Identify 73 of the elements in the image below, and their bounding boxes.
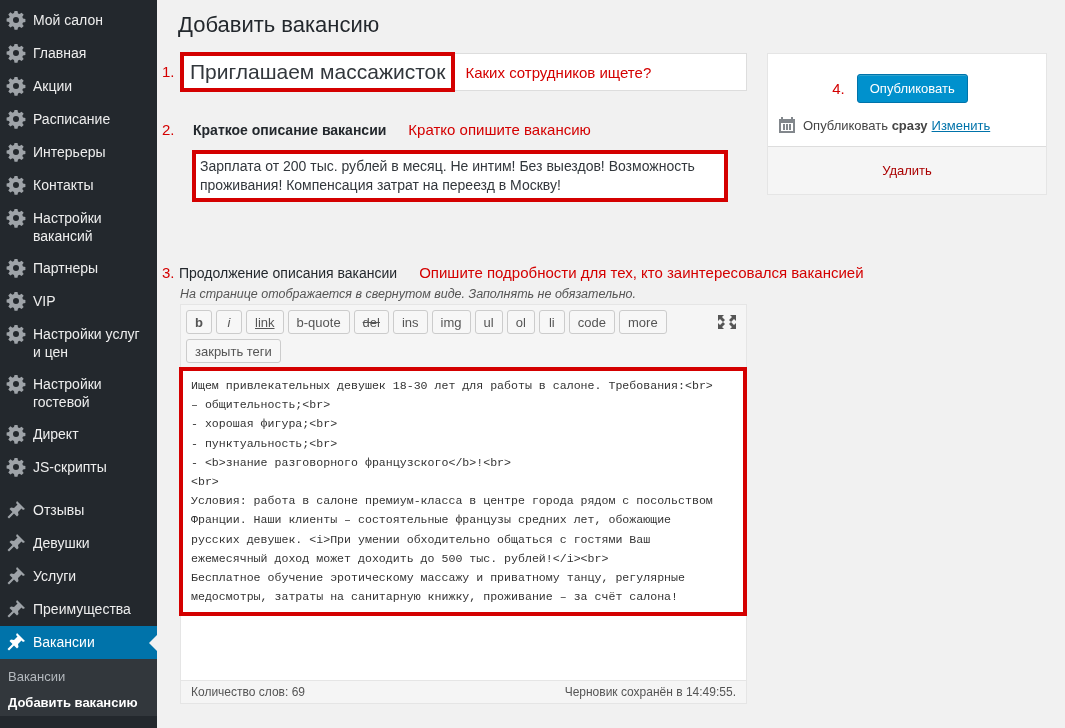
sidebar-item[interactable]: Директ	[0, 418, 157, 451]
word-count: Количество слов: 69	[191, 685, 305, 700]
fullscreen-icon[interactable]	[718, 315, 736, 329]
annotation-hint: Кратко опишите вакансию	[408, 121, 591, 138]
toolbar-button[interactable]: img	[431, 310, 471, 334]
toolbar-button[interactable]: i	[216, 310, 242, 334]
gear-icon	[6, 10, 26, 30]
field-label: Краткое описание вакансии	[193, 121, 387, 138]
gear-icon	[6, 457, 26, 477]
toolbar-button[interactable]: li	[538, 310, 565, 334]
annotation-number: 2.	[162, 121, 176, 138]
toolbar-button[interactable]: b	[186, 310, 212, 334]
toolbar-button[interactable]: ol	[506, 310, 535, 334]
toolbar-button[interactable]: code	[568, 310, 615, 334]
gear-icon	[6, 374, 26, 394]
pushpin-icon	[6, 566, 26, 586]
sidebar-item[interactable]: Контакты	[0, 169, 157, 202]
sidebar-item[interactable]: Партнеры	[0, 252, 157, 285]
submenu-item[interactable]: Вакансии	[0, 664, 157, 690]
toolbar-button[interactable]: закрыть теги	[186, 339, 281, 363]
sidebar-item[interactable]: Услуги	[0, 560, 157, 593]
toolbar-button[interactable]: b-quote	[287, 310, 350, 334]
annotation-number: 1.	[162, 63, 176, 80]
excerpt-textarea[interactable]: Зарплата от 200 тыс. рублей в месяц. Не интим! Без выездов! Возможность проживания! Компенсация затрат на переезд в Москву!	[192, 150, 728, 202]
submenu-item[interactable]: Добавить вакансию	[0, 690, 157, 716]
annotation-number: 3.	[162, 264, 176, 281]
page-title: Добавить вакансию	[177, 11, 381, 39]
toolbar-button[interactable]: more	[619, 310, 667, 334]
pushpin-icon	[6, 599, 26, 619]
editor-text-area[interactable]: Ищем привлекательных девушек 18-30 лет для работы в салоне. Требования:<br> – общительность;<br> - хорошая фигура;<br> - пунктуальность;<br> - <b>знание разговорного французского</b>!<br> <br> Условия: работа в салоне премиум-класса в центре города рядом с посольством Франции. Наши клиенты – состоятельные французы средних лет, обожающие русских девушек. <i>При умении обходительно общаться с гостями Ваш ежемесячный доход может доходить до 500 тыс. рублей!</i><br> Бесплатное обучение эротическому массажу и приватному танцу, регулярные медосмотры, затраты на санитарную книжку, проживание – за счёт салона!	[179, 367, 747, 617]
toolbar-button[interactable]: ins	[392, 310, 428, 334]
toolbar-button[interactable]: del	[353, 310, 389, 334]
sidebar-item[interactable]: VIP	[0, 285, 157, 318]
gear-icon	[6, 208, 26, 228]
sidebar-item[interactable]: Настройки услуг и цен	[0, 318, 157, 368]
field-label: Продолжение описания вакансии	[179, 264, 398, 281]
annotation-number: 4.	[832, 80, 845, 97]
edit-link[interactable]: Изменить	[931, 117, 991, 133]
gear-icon	[6, 109, 26, 129]
sidebar-item[interactable]: Мой салон	[0, 4, 157, 37]
sidebar-item[interactable]: Расписание	[0, 103, 157, 136]
pushpin-icon	[6, 533, 26, 553]
sidebar-item[interactable]: Отзывы	[0, 494, 157, 527]
annotation-hint: Каких сотрудников ищете?	[465, 63, 652, 81]
gear-icon	[6, 142, 26, 162]
gear-icon	[6, 324, 26, 344]
sidebar-item[interactable]: JS-скрипты	[0, 451, 157, 484]
sidebar-item[interactable]: Вакансии	[0, 626, 157, 659]
draft-status: Черновик сохранён в 14:49:55.	[564, 685, 736, 700]
calendar-icon	[778, 116, 796, 134]
sidebar-item[interactable]: Настройки гостевой	[0, 368, 157, 418]
title-input[interactable]: Приглашаем массажисток	[180, 52, 456, 92]
sidebar-item[interactable]: Девушки	[0, 527, 157, 560]
field-description: На странице отображается в свернутом виде. Заполнять не обязательно.	[180, 287, 637, 301]
publish-button[interactable]: Опубликовать	[856, 74, 968, 103]
gear-icon	[6, 43, 26, 63]
gear-icon	[6, 291, 26, 311]
delete-link[interactable]: Удалить	[882, 163, 932, 178]
sidebar-item[interactable]: Интерьеры	[0, 136, 157, 169]
sidebar-item[interactable]: Настройки вакансий	[0, 202, 157, 252]
gear-icon	[6, 76, 26, 96]
gear-icon	[6, 175, 26, 195]
pushpin-icon	[6, 632, 26, 652]
sidebar-item[interactable]: Главная	[0, 37, 157, 70]
sidebar-item[interactable]: Преимущества	[0, 593, 157, 626]
pushpin-icon	[6, 500, 26, 520]
gear-icon	[6, 424, 26, 444]
toolbar-button[interactable]: ul	[474, 310, 503, 334]
publish-schedule: Опубликовать сразу	[803, 117, 928, 133]
toolbar-button[interactable]: link	[246, 310, 284, 334]
sidebar-item[interactable]: Акции	[0, 70, 157, 103]
gear-icon	[6, 258, 26, 278]
annotation-hint: Опишите подробности для тех, кто заинтересовался вакансией	[419, 264, 864, 281]
